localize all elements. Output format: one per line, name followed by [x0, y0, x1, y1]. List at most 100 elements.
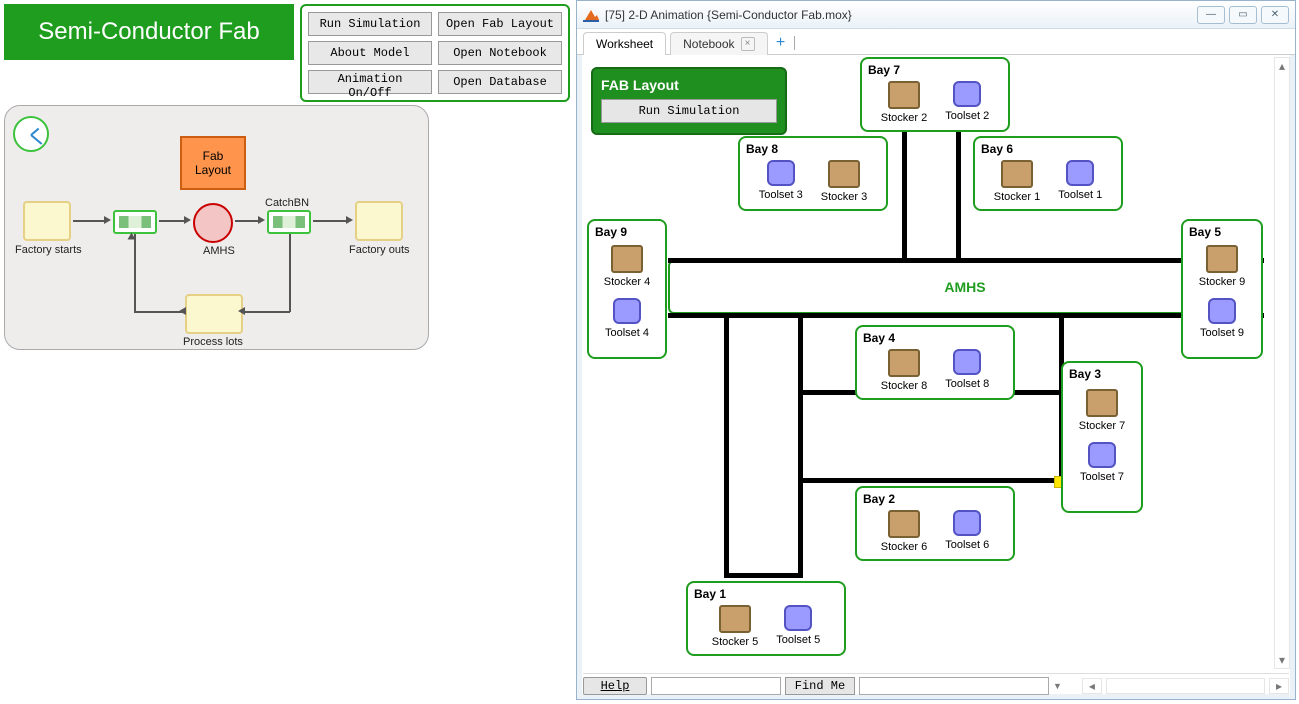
- stocker-5-icon[interactable]: [719, 605, 751, 633]
- horizontal-scrollbar[interactable]: [1106, 678, 1265, 694]
- run-simulation-button[interactable]: Run Simulation: [308, 12, 432, 36]
- stocker-1-label: Stocker 1: [994, 191, 1040, 203]
- stocker-9-icon[interactable]: [1206, 245, 1238, 273]
- new-tab-button[interactable]: +: [772, 34, 790, 52]
- bay-8-title: Bay 8: [746, 142, 880, 156]
- bay-4[interactable]: Bay 4 Stocker 8 Toolset 8: [855, 325, 1015, 400]
- bay-1-title: Bay 1: [694, 587, 838, 601]
- app-title-banner: Semi-Conductor Fab: [4, 4, 294, 60]
- open-fab-layout-button[interactable]: Open Fab Layout: [438, 12, 562, 36]
- app-title: Semi-Conductor Fab: [38, 18, 259, 46]
- app-logo-icon: [583, 7, 599, 23]
- bay-5[interactable]: Bay 5 Stocker 9 Toolset 9: [1181, 219, 1263, 359]
- toolset-5-label: Toolset 5: [776, 634, 820, 646]
- stocker-9-label: Stocker 9: [1199, 276, 1245, 288]
- router-node-1[interactable]: [113, 210, 157, 234]
- minimize-button[interactable]: —: [1197, 6, 1225, 24]
- bay-9[interactable]: Bay 9 Stocker 4 Toolset 4: [587, 219, 667, 359]
- open-notebook-button[interactable]: Open Notebook: [438, 41, 562, 65]
- stocker-8-label: Stocker 8: [881, 380, 927, 392]
- secondary-input[interactable]: [859, 677, 1049, 695]
- stocker-4-label: Stocker 4: [604, 276, 650, 288]
- stocker-4-icon[interactable]: [611, 245, 643, 273]
- catchbn-label: CatchBN: [265, 197, 309, 209]
- toolset-4-label: Toolset 4: [605, 327, 649, 339]
- toolset-6-icon[interactable]: [953, 510, 981, 536]
- factory-outs-node[interactable]: [355, 201, 403, 241]
- toolset-9-icon[interactable]: [1208, 298, 1236, 324]
- stocker-3-icon[interactable]: [828, 160, 860, 188]
- close-button[interactable]: ✕: [1261, 6, 1289, 24]
- bay-2[interactable]: Bay 2 Stocker 6 Toolset 6: [855, 486, 1015, 561]
- toolset-2-icon[interactable]: [953, 81, 981, 107]
- stocker-7-icon[interactable]: [1086, 389, 1118, 417]
- clock-icon[interactable]: [13, 116, 49, 152]
- stocker-8-icon[interactable]: [888, 349, 920, 377]
- track-branch-h2: [801, 478, 1063, 483]
- animation-toggle-button[interactable]: Animation On/Off: [308, 70, 432, 94]
- vertical-scrollbar[interactable]: ▴ ▾: [1274, 57, 1290, 669]
- tab-notebook[interactable]: Notebook ×: [670, 32, 767, 55]
- bay-4-title: Bay 4: [863, 331, 1007, 345]
- toolset-8-icon[interactable]: [953, 349, 981, 375]
- track-v-lower-left: [724, 316, 729, 576]
- stocker-6-label: Stocker 6: [881, 541, 927, 553]
- bay-7[interactable]: Bay 7 Stocker 2 Toolset 2: [860, 57, 1010, 132]
- maximize-button[interactable]: ▭: [1229, 6, 1257, 24]
- bay-5-title: Bay 5: [1189, 225, 1255, 239]
- stocker-6-icon[interactable]: [888, 510, 920, 538]
- fab-badge: FAB Layout Run Simulation: [591, 67, 787, 135]
- stocker-3-label: Stocker 3: [821, 191, 867, 203]
- track-h-bot: [668, 313, 1264, 318]
- bay-7-title: Bay 7: [868, 63, 1002, 77]
- bay-3-title: Bay 3: [1069, 367, 1135, 381]
- toolset-6-label: Toolset 6: [945, 539, 989, 551]
- stocker-2-label: Stocker 2: [881, 112, 927, 124]
- find-button[interactable]: Find Me: [785, 677, 855, 695]
- factory-outs-label: Factory outs: [349, 244, 410, 256]
- toolset-7-icon[interactable]: [1088, 442, 1116, 468]
- scroll-left-icon[interactable]: ◂: [1082, 678, 1102, 694]
- tab-close-icon[interactable]: ×: [741, 37, 755, 51]
- tab-worksheet[interactable]: Worksheet: [583, 32, 666, 55]
- toolset-5-icon[interactable]: [784, 605, 812, 631]
- stocker-7-label: Stocker 7: [1079, 420, 1125, 432]
- factory-starts-label: Factory starts: [15, 244, 82, 256]
- stocker-1-icon[interactable]: [1001, 160, 1033, 188]
- open-database-button[interactable]: Open Database: [438, 70, 562, 94]
- fab-layout-node-label: Fab Layout: [195, 149, 231, 177]
- track-v-lower-right: [798, 316, 803, 576]
- fab-layout-node[interactable]: Fab Layout: [180, 136, 246, 190]
- toolset-1-icon[interactable]: [1066, 160, 1094, 186]
- about-model-button[interactable]: About Model: [308, 41, 432, 65]
- stocker-2-icon[interactable]: [888, 81, 920, 109]
- router-node-2[interactable]: [267, 210, 311, 234]
- amhs-node[interactable]: [193, 203, 233, 243]
- toolset-3-label: Toolset 3: [759, 189, 803, 201]
- process-lots-label: Process lots: [183, 336, 243, 348]
- bay-6-title: Bay 6: [981, 142, 1115, 156]
- status-bar: Help Find Me ▼ ◂ ▸: [583, 673, 1289, 695]
- layout-canvas[interactable]: FAB Layout Run Simulation AMHS Bay 7 Sto…: [583, 57, 1273, 669]
- bay-6[interactable]: Bay 6 Stocker 1 Toolset 1: [973, 136, 1123, 211]
- dropdown-caret-icon[interactable]: ▼: [1053, 681, 1062, 691]
- amhs-label-text: AMHS: [944, 279, 985, 295]
- stocker-5-label: Stocker 5: [712, 636, 758, 648]
- toolset-3-icon[interactable]: [767, 160, 795, 186]
- find-input[interactable]: [651, 677, 781, 695]
- scroll-up-icon[interactable]: ▴: [1275, 58, 1289, 74]
- process-lots-node[interactable]: [185, 294, 243, 334]
- scroll-right-icon[interactable]: ▸: [1269, 678, 1289, 694]
- tab-strip: Worksheet Notebook × +: [577, 29, 1295, 55]
- bay-1[interactable]: Bay 1 Stocker 5 Toolset 5: [686, 581, 846, 656]
- track-h-top: [668, 258, 1264, 263]
- bay-3[interactable]: Bay 3 Stocker 7 Toolset 7: [1061, 361, 1143, 513]
- help-button[interactable]: Help: [583, 677, 647, 695]
- factory-starts-node[interactable]: [23, 201, 71, 241]
- window-title: [75] 2-D Animation {Semi-Conductor Fab.m…: [605, 8, 852, 22]
- bay-8[interactable]: Bay 8 Toolset 3 Stocker 3: [738, 136, 888, 211]
- tab-worksheet-label: Worksheet: [596, 37, 653, 51]
- toolset-4-icon[interactable]: [613, 298, 641, 324]
- run-simulation-canvas-button[interactable]: Run Simulation: [601, 99, 777, 123]
- scroll-down-icon[interactable]: ▾: [1275, 652, 1289, 668]
